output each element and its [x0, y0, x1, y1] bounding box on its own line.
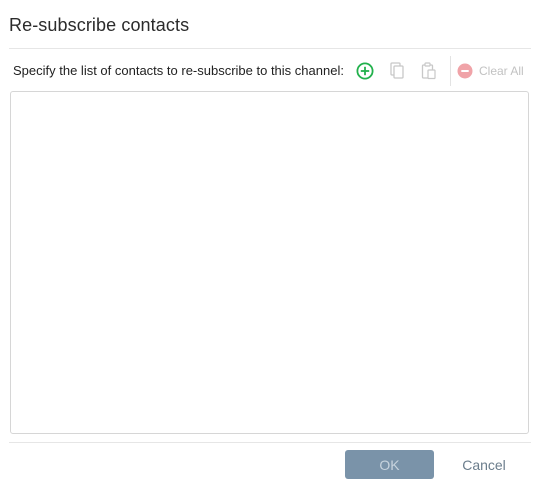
- toolbar-separator: [450, 56, 451, 86]
- paste-button[interactable]: [416, 58, 442, 84]
- header-divider: [9, 48, 531, 49]
- resubscribe-dialog: Re-subscribe contacts Specify the list o…: [0, 0, 538, 492]
- instruction-text: Specify the list of contacts to re-subsc…: [13, 63, 344, 78]
- clear-all-label: Clear All: [479, 64, 524, 78]
- contacts-list-box[interactable]: [10, 91, 529, 434]
- copy-button[interactable]: [384, 58, 410, 84]
- copy-icon: [389, 62, 405, 80]
- dialog-title: Re-subscribe contacts: [9, 15, 190, 35]
- list-toolbar: Clear All: [352, 56, 524, 86]
- ok-button[interactable]: OK: [345, 450, 434, 479]
- clear-all-button[interactable]: Clear All: [457, 58, 524, 84]
- footer-divider: [9, 442, 531, 443]
- remove-circle-icon: [457, 63, 473, 79]
- paste-icon: [421, 62, 437, 80]
- cancel-button[interactable]: Cancel: [448, 450, 520, 479]
- add-button[interactable]: [352, 58, 378, 84]
- add-circle-icon: [356, 62, 374, 80]
